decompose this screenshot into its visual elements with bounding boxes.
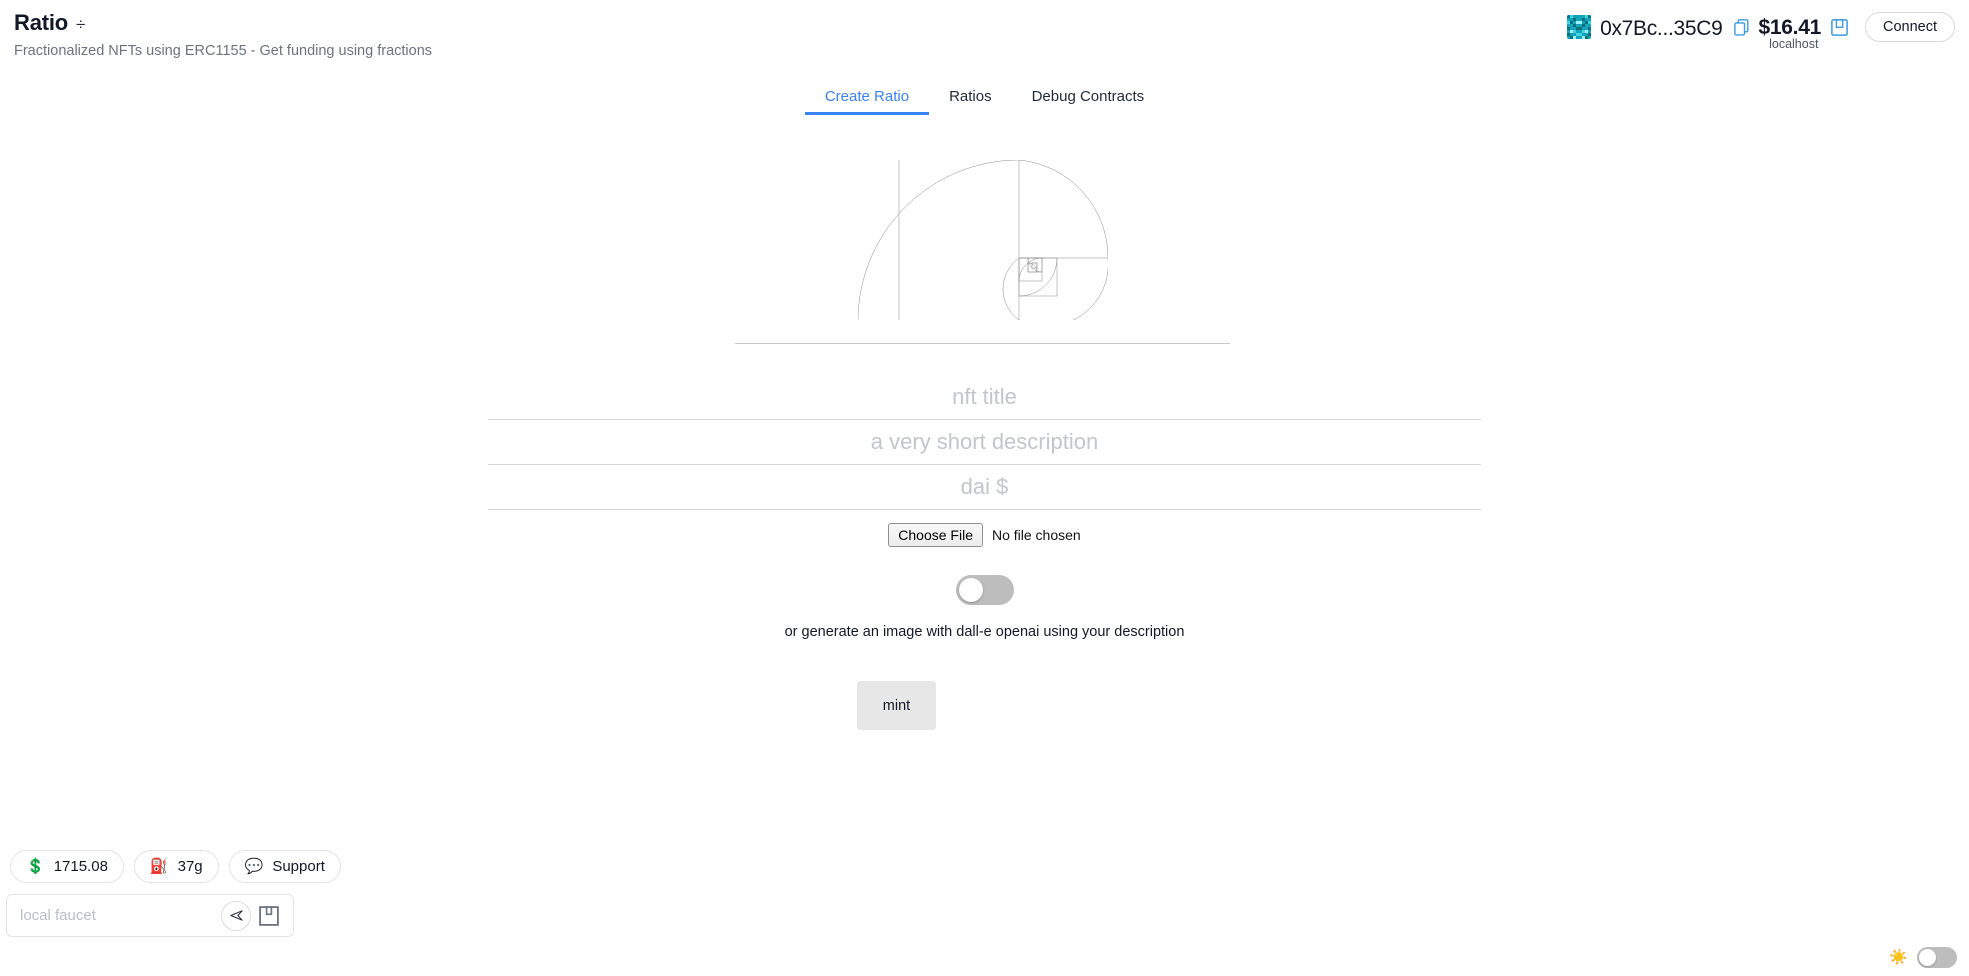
faucet-address-input[interactable] bbox=[7, 895, 221, 936]
nft-price-input[interactable] bbox=[488, 465, 1481, 510]
tab-ratios[interactable]: Ratios bbox=[929, 82, 1012, 115]
dollar-icon: 💲 bbox=[26, 858, 45, 875]
choose-file-button[interactable]: Choose File bbox=[888, 523, 983, 547]
mint-button[interactable]: mint bbox=[857, 681, 936, 730]
support-pill[interactable]: 💬 Support bbox=[228, 850, 341, 883]
copy-icon[interactable] bbox=[1731, 15, 1753, 39]
bank-icon[interactable] bbox=[257, 904, 281, 928]
avatar bbox=[1567, 15, 1592, 39]
tab-create-ratio[interactable]: Create Ratio bbox=[804, 82, 930, 115]
brand-title-row: Ratio ÷ bbox=[14, 12, 432, 34]
gas-price-label: 37g bbox=[177, 858, 203, 875]
file-input-widget[interactable]: Choose File No file chosen bbox=[888, 523, 1081, 547]
sun-icon: ☀️ bbox=[1889, 949, 1908, 966]
section-divider bbox=[735, 343, 1230, 344]
file-upload-row: Choose File No file chosen bbox=[488, 523, 1481, 547]
nft-title-input[interactable] bbox=[488, 375, 1481, 420]
mint-form: Choose File No file chosen or generate a… bbox=[488, 375, 1481, 730]
dalle-toggle-knob bbox=[958, 578, 983, 602]
faucet-bar bbox=[6, 894, 294, 937]
theme-toggle-knob bbox=[1919, 949, 1936, 966]
support-label: Support bbox=[272, 858, 325, 875]
gas-price-pill[interactable]: ⛽ 37g bbox=[133, 850, 219, 883]
bottom-left-bar: 💲 1715.08 ⛽ 37g 💬 Support bbox=[10, 850, 341, 883]
app-header: Ratio ÷ Fractionalized NFTs using ERC115… bbox=[0, 0, 1969, 72]
gas-pump-icon: ⛽ bbox=[149, 858, 169, 875]
speech-bubble-icon: 💬 bbox=[244, 858, 264, 875]
send-icon[interactable] bbox=[221, 900, 251, 931]
divide-icon: ÷ bbox=[76, 14, 86, 34]
save-icon[interactable] bbox=[1829, 15, 1851, 39]
dalle-generate-block: or generate an image with dall-e openai … bbox=[488, 575, 1481, 640]
brand-subtitle: Fractionalized NFTs using ERC1155 - Get … bbox=[14, 43, 433, 59]
nft-description-input[interactable] bbox=[488, 420, 1481, 465]
connect-button[interactable]: Connect bbox=[1864, 12, 1955, 42]
theme-toggle[interactable] bbox=[1917, 947, 1957, 968]
balance-pill[interactable]: 💲 1715.08 bbox=[10, 850, 124, 883]
brand-block: Ratio ÷ Fractionalized NFTs using ERC115… bbox=[14, 12, 432, 59]
account-address[interactable]: 0x7Bc...35C9 bbox=[1600, 18, 1723, 39]
theme-toggle-group: ☀️ bbox=[1889, 947, 1957, 968]
page-title: Ratio bbox=[14, 10, 69, 35]
dalle-toggle[interactable] bbox=[955, 575, 1014, 605]
balance-pill-label: 1715.08 bbox=[53, 858, 108, 875]
network-wrap: $16.41 localhost bbox=[1758, 16, 1829, 51]
tab-debug-contracts[interactable]: Debug Contracts bbox=[1012, 82, 1165, 115]
no-file-chosen-label: No file chosen bbox=[991, 527, 1081, 543]
dalle-caption: or generate an image with dall-e openai … bbox=[784, 624, 1185, 640]
network-label: localhost bbox=[1769, 37, 1819, 51]
balance-amount: $16.41 bbox=[1758, 16, 1822, 39]
tab-bar: Create Ratio Ratios Debug Contracts bbox=[0, 82, 1969, 117]
account-cluster: 0x7Bc...35C9 $16.41 localhost Connect bbox=[1567, 12, 1955, 51]
fibonacci-spiral-graphic bbox=[858, 160, 1108, 320]
